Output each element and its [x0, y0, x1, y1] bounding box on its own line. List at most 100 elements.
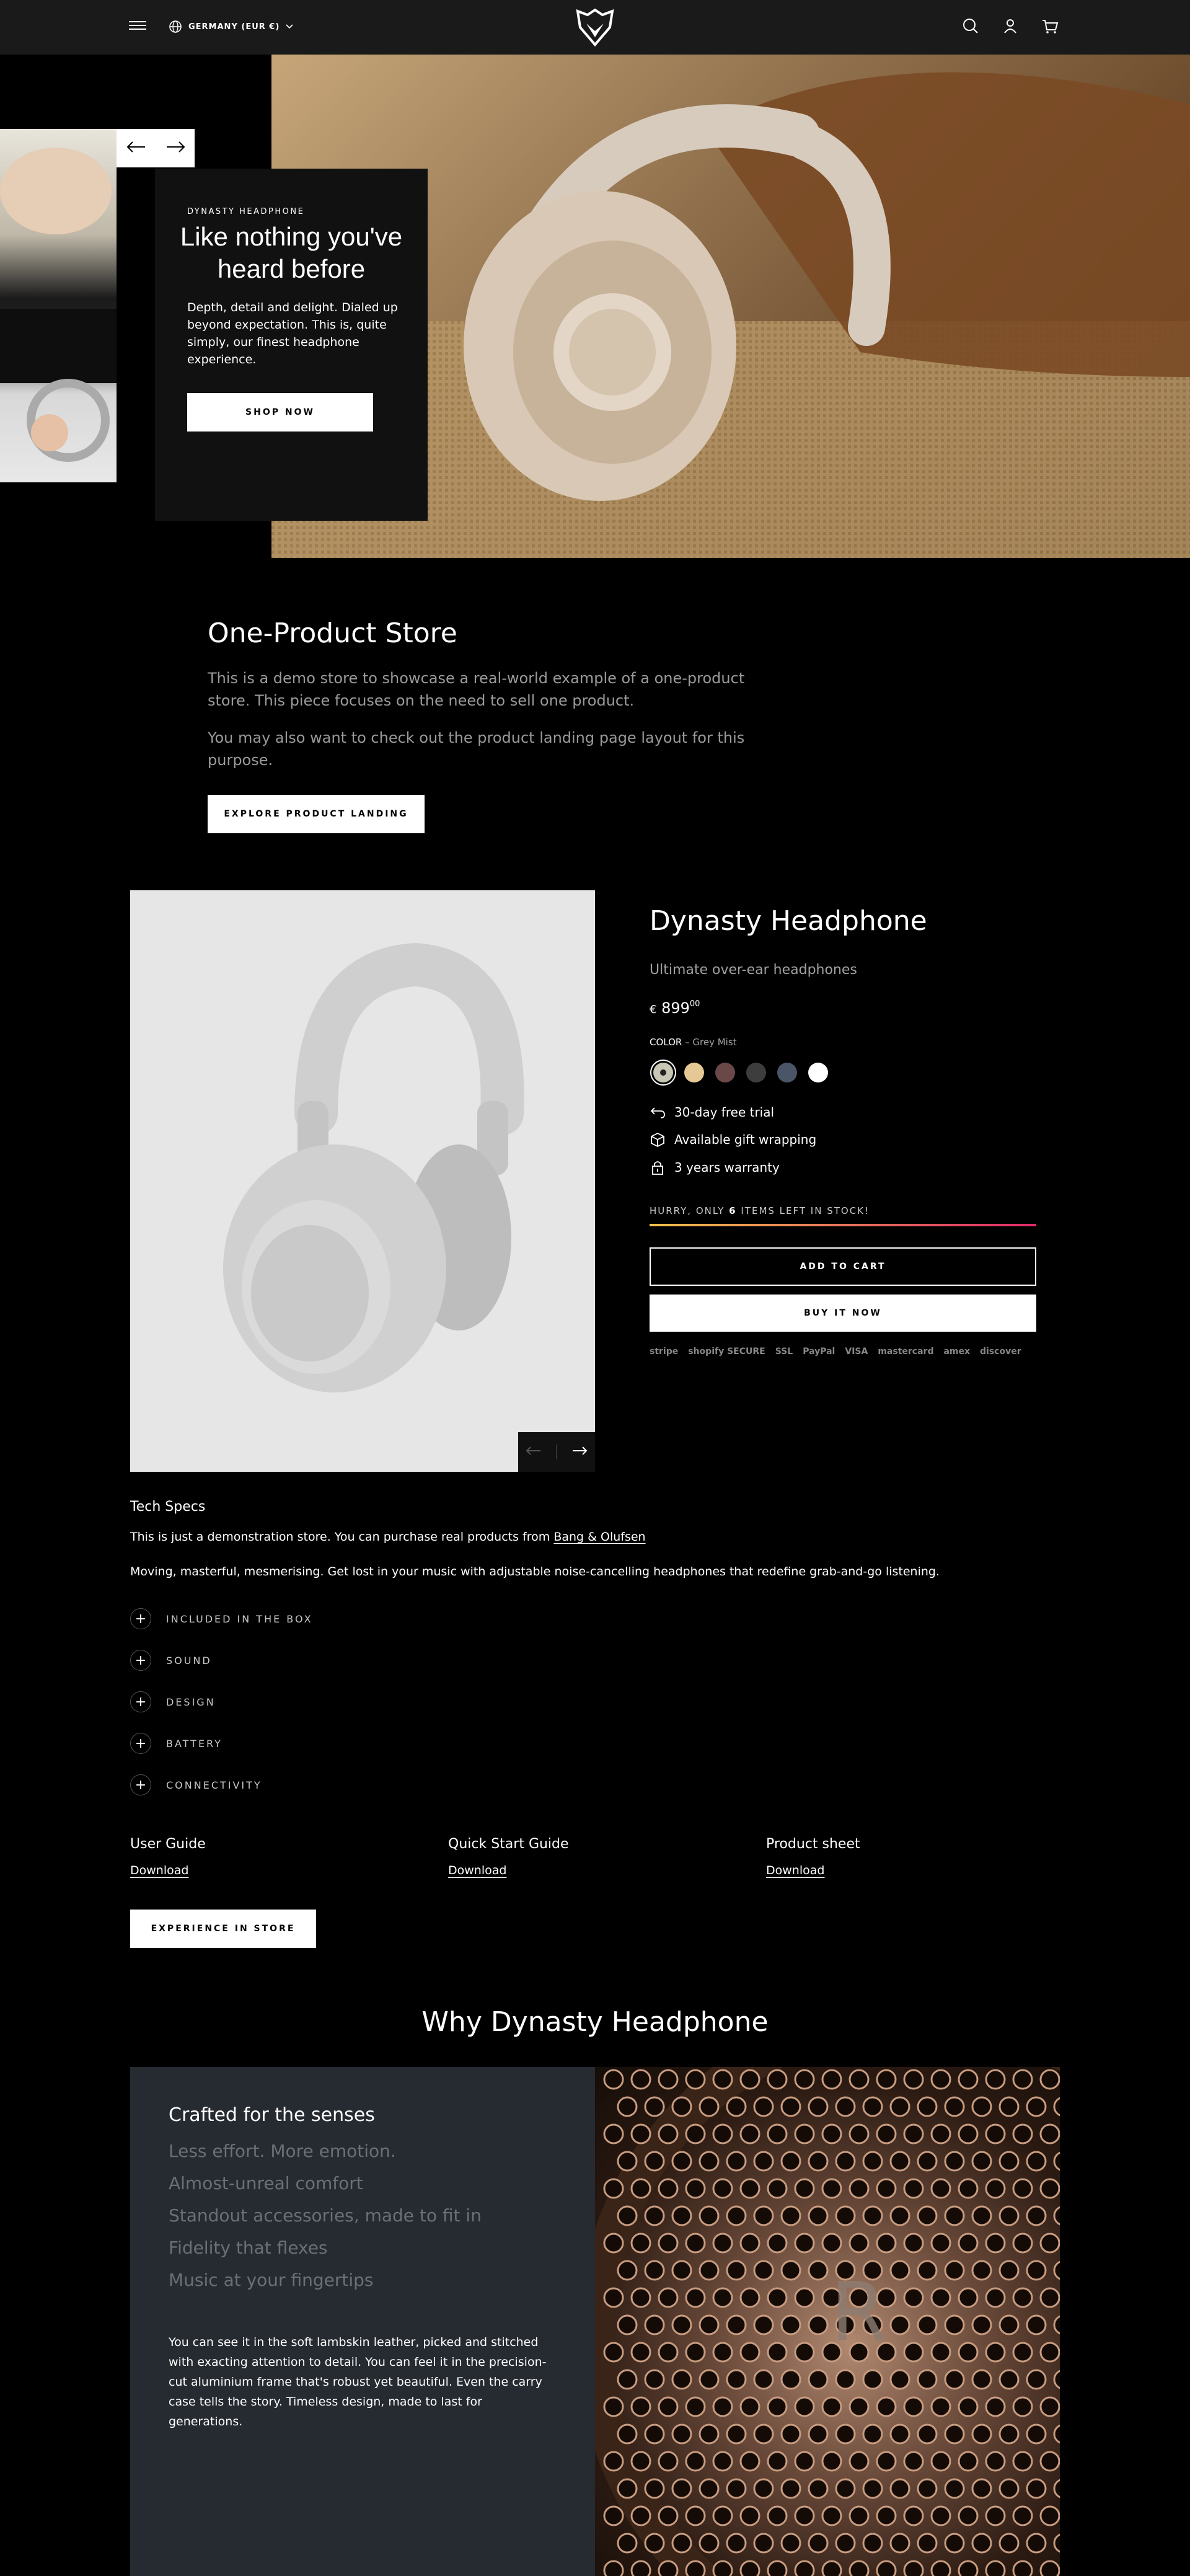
stock-prefix: HURRY, ONLY: [650, 1205, 729, 1216]
accordion-item[interactable]: + INCLUDED IN THE BOX: [130, 1608, 313, 1629]
secondary-hero-image: [0, 129, 117, 482]
feature-gift-label: Available gift wrapping: [674, 1132, 817, 1147]
payment-badge: SSL: [775, 1347, 793, 1357]
product-title: Dynasty Headphone: [650, 905, 927, 937]
color-swatch[interactable]: [777, 1063, 797, 1082]
download-link[interactable]: Download: [130, 1864, 188, 1877]
accordion-label: BATTERY: [166, 1737, 223, 1750]
payment-badge: shopify SECURE: [688, 1347, 765, 1357]
color-swatch[interactable]: [653, 1063, 673, 1082]
plus-icon: +: [130, 1733, 151, 1754]
arrow-right-icon[interactable]: [165, 141, 185, 156]
intro-title: One-Product Store: [208, 617, 457, 649]
lock-icon: [652, 1161, 663, 1175]
accordion-label: CONNECTIVITY: [166, 1779, 262, 1791]
product-description: Moving, masterful, mesmerising. Get lost…: [130, 1565, 940, 1578]
download-link[interactable]: Download: [766, 1864, 824, 1877]
stock-suffix: ITEMS LEFT IN STOCK!: [736, 1205, 870, 1216]
arrow-left-icon[interactable]: [526, 1446, 542, 1458]
locale-selector[interactable]: GERMANY (EUR €): [169, 17, 293, 36]
locale-label: GERMANY (EUR €): [188, 22, 280, 32]
add-to-cart-button[interactable]: ADD TO CART: [650, 1247, 1036, 1286]
bang-olufsen-link[interactable]: Bang & Olufsen: [553, 1530, 645, 1544]
return-arrow-icon: [650, 1107, 665, 1118]
color-swatch[interactable]: [808, 1063, 828, 1082]
payment-badge: amex: [943, 1347, 971, 1357]
cart-icon[interactable]: [1039, 15, 1061, 37]
accordion-label: DESIGN: [166, 1696, 216, 1708]
hero-title: Like nothing you've heard before: [180, 222, 403, 283]
hero-slider-controls: [117, 129, 195, 167]
account-icon[interactable]: [999, 15, 1021, 37]
tech-specs-heading: Tech Specs: [130, 1499, 206, 1515]
intro-paragraph-1: This is a demo store to showcase a real-…: [208, 670, 745, 709]
why-item[interactable]: Standout accessories, made to fit in: [169, 2200, 482, 2232]
globe-icon: [169, 20, 182, 33]
arrow-right-icon[interactable]: [571, 1446, 588, 1458]
product-subtitle: Ultimate over-ear headphones: [650, 962, 857, 978]
logo[interactable]: [575, 6, 615, 48]
color-label: COLOR – Grey Mist: [650, 1037, 737, 1048]
why-item[interactable]: Fidelity that flexes: [169, 2232, 482, 2264]
download-title: User Guide: [130, 1836, 206, 1852]
color-swatch[interactable]: [746, 1063, 766, 1082]
explore-product-landing-button[interactable]: EXPLORE PRODUCT LANDING: [208, 795, 425, 833]
color-swatch[interactable]: [715, 1063, 735, 1082]
gallery-controls: [518, 1432, 595, 1472]
demo-notice-text: This is just a demonstration store. You …: [130, 1530, 554, 1544]
box-icon: [651, 1132, 664, 1147]
currency-symbol: €: [650, 1003, 657, 1016]
experience-in-store-button[interactable]: EXPERIENCE IN STORE: [130, 1910, 316, 1948]
accordion-item[interactable]: + BATTERY: [130, 1733, 223, 1754]
feature-gift: Available gift wrapping: [650, 1132, 816, 1147]
stock-progress-bar: [650, 1224, 1036, 1226]
hero-text: Depth, detail and delight. Dialed up bey…: [187, 301, 398, 366]
payment-badge: mastercard: [878, 1347, 934, 1357]
speaker-grille-image: R: [595, 2067, 1060, 2576]
color-swatches: [653, 1063, 828, 1082]
why-title: Why Dynasty Headphone: [421, 2006, 769, 2038]
product-image: [130, 890, 595, 1472]
plus-icon: +: [130, 1691, 151, 1712]
download-link[interactable]: Download: [448, 1864, 506, 1877]
hero-card: DYNASTY HEADPHONE Like nothing you've he…: [155, 169, 428, 521]
color-swatch[interactable]: [684, 1063, 704, 1082]
feature-warranty-label: 3 years warranty: [674, 1160, 780, 1175]
payment-badge: discover: [980, 1347, 1021, 1357]
why-active-item[interactable]: Crafted for the senses: [169, 2104, 375, 2126]
product-price: € 89900: [650, 999, 700, 1017]
why-body: You can see it in the soft lambskin leat…: [169, 2335, 547, 2428]
stock-count: 6: [729, 1205, 737, 1216]
plus-icon: +: [130, 1774, 151, 1795]
plus-icon: +: [130, 1650, 151, 1671]
payment-badges: stripe shopify SECURE SSL PayPal VISA masterc…: [650, 1347, 1021, 1357]
accordion-item[interactable]: + CONNECTIVITY: [130, 1774, 262, 1795]
hero-eyebrow: DYNASTY HEADPHONE: [187, 207, 305, 216]
menu-icon[interactable]: [129, 19, 146, 33]
payment-badge: VISA: [845, 1347, 868, 1357]
color-label-text: COLOR: [650, 1037, 682, 1048]
buy-it-now-button[interactable]: BUY IT NOW: [650, 1295, 1036, 1332]
accordion-label: SOUND: [166, 1654, 212, 1666]
accordion-item[interactable]: + DESIGN: [130, 1691, 216, 1712]
intro-paragraph-2: You may also want to check out the produ…: [208, 729, 745, 769]
plus-icon: +: [130, 1608, 151, 1629]
payment-badge: PayPal: [803, 1347, 835, 1357]
why-items: Less effort. More emotion. Almost-unreal …: [169, 2135, 482, 2296]
why-item[interactable]: Almost-unreal comfort: [169, 2167, 482, 2200]
stock-message: HURRY, ONLY 6 ITEMS LEFT IN STOCK!: [650, 1205, 870, 1216]
shop-now-button[interactable]: SHOP NOW: [187, 393, 373, 432]
download-title: Quick Start Guide: [448, 1836, 569, 1852]
site-header: GERMANY (EUR €): [0, 0, 1190, 55]
arrow-left-icon[interactable]: [126, 141, 146, 156]
why-card: Crafted for the senses Less effort. More…: [130, 2067, 595, 2576]
why-item[interactable]: Less effort. More emotion.: [169, 2135, 482, 2167]
accordion-item[interactable]: + SOUND: [130, 1650, 212, 1671]
why-item[interactable]: Music at your fingertips: [169, 2264, 482, 2296]
divider: [556, 1445, 557, 1459]
price-cents: 00: [689, 999, 700, 1009]
search-icon[interactable]: [959, 15, 982, 37]
chevron-down-icon: [286, 24, 293, 29]
color-value: – Grey Mist: [685, 1037, 737, 1048]
feature-trial: 30-day free trial: [650, 1105, 774, 1120]
